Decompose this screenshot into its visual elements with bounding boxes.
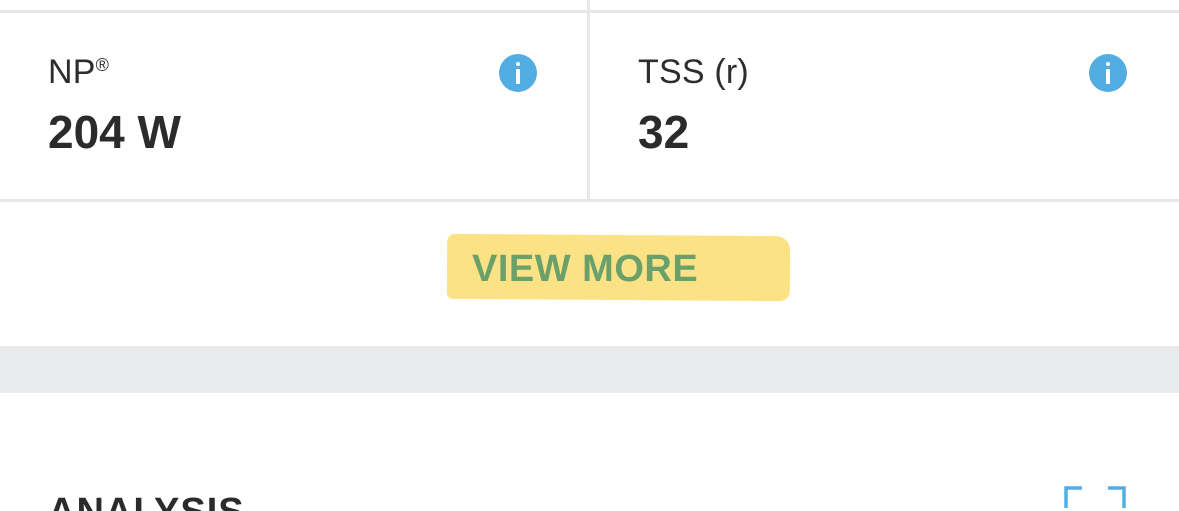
metric-np: NP® 204 W [0,13,587,199]
previous-metrics-row [0,0,1179,13]
section-separator [0,346,1179,393]
workout-summary-page: NP® 204 W TSS (r) 32 VIEW MORE ANALYSIS [0,0,1179,511]
column-divider [587,0,590,10]
info-icon[interactable] [499,54,537,92]
view-more-button[interactable]: VIEW MORE [472,248,698,291]
analysis-title: ANALYSIS [48,492,245,511]
metric-value: 32 [638,106,690,158]
expand-icon[interactable] [1064,486,1126,511]
metrics-row: NP® 204 W TSS (r) 32 [0,13,1179,202]
metric-tss: TSS (r) 32 [590,13,1179,199]
metric-label: NP® [48,53,110,91]
metric-value: 204 W [48,106,181,158]
view-more-section: VIEW MORE [0,202,1179,346]
registered-mark: ® [95,55,110,75]
metric-label: TSS (r) [638,53,749,91]
info-icon[interactable] [1089,54,1127,92]
